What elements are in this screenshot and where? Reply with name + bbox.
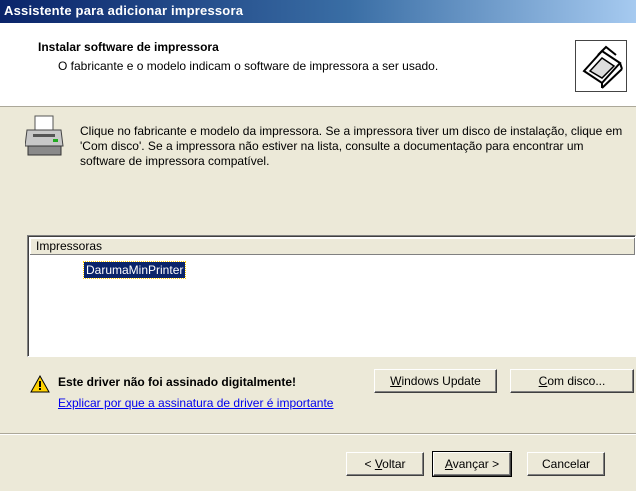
wizard-header: Instalar software de impressora O fabric… <box>0 23 636 107</box>
page-title: Instalar software de impressora <box>38 40 219 54</box>
printers-listbox[interactable]: Impressoras DarumaMinPrinter <box>27 235 636 357</box>
next-button[interactable]: Avançar > <box>432 451 512 477</box>
have-disk-mnemonic: C <box>538 374 548 388</box>
printers-column-header[interactable]: Impressoras <box>30 238 635 255</box>
next-mnemonic: A <box>444 457 453 471</box>
add-printer-wizard-dialog: Assistente para adicionar impressora Ins… <box>0 0 636 491</box>
printer-list-item[interactable]: DarumaMinPrinter <box>82 261 187 279</box>
title-bar[interactable]: Assistente para adicionar impressora <box>0 0 636 23</box>
back-label: oltar <box>382 457 406 471</box>
back-button[interactable]: < Voltar <box>346 452 424 476</box>
have-disk-button[interactable]: Com disco... <box>510 369 634 393</box>
windows-update-mnemonic: W <box>390 374 402 388</box>
unsigned-driver-warning: Este driver não foi assinado digitalment… <box>58 375 297 389</box>
windows-update-label: indows Update <box>401 374 481 388</box>
next-label: vançar > <box>452 457 500 471</box>
windows-update-button[interactable]: Windows Update <box>374 369 497 393</box>
footer-separator <box>0 433 636 435</box>
driver-signing-help-link[interactable]: Explicar por que a assinatura de driver … <box>58 396 333 410</box>
printer-icon <box>24 114 65 160</box>
cancel-button[interactable]: Cancelar <box>527 452 605 476</box>
page-subtitle: O fabricante e o modelo indicam o softwa… <box>58 59 439 73</box>
instructions-text: Clique no fabricante e modelo da impress… <box>80 124 623 168</box>
have-disk-label: om disco... <box>547 374 606 388</box>
back-prefix: < <box>364 457 375 471</box>
printer-install-icon <box>575 40 627 92</box>
window-title: Assistente para adicionar impressora <box>4 3 244 18</box>
warning-triangle-icon <box>30 374 50 393</box>
